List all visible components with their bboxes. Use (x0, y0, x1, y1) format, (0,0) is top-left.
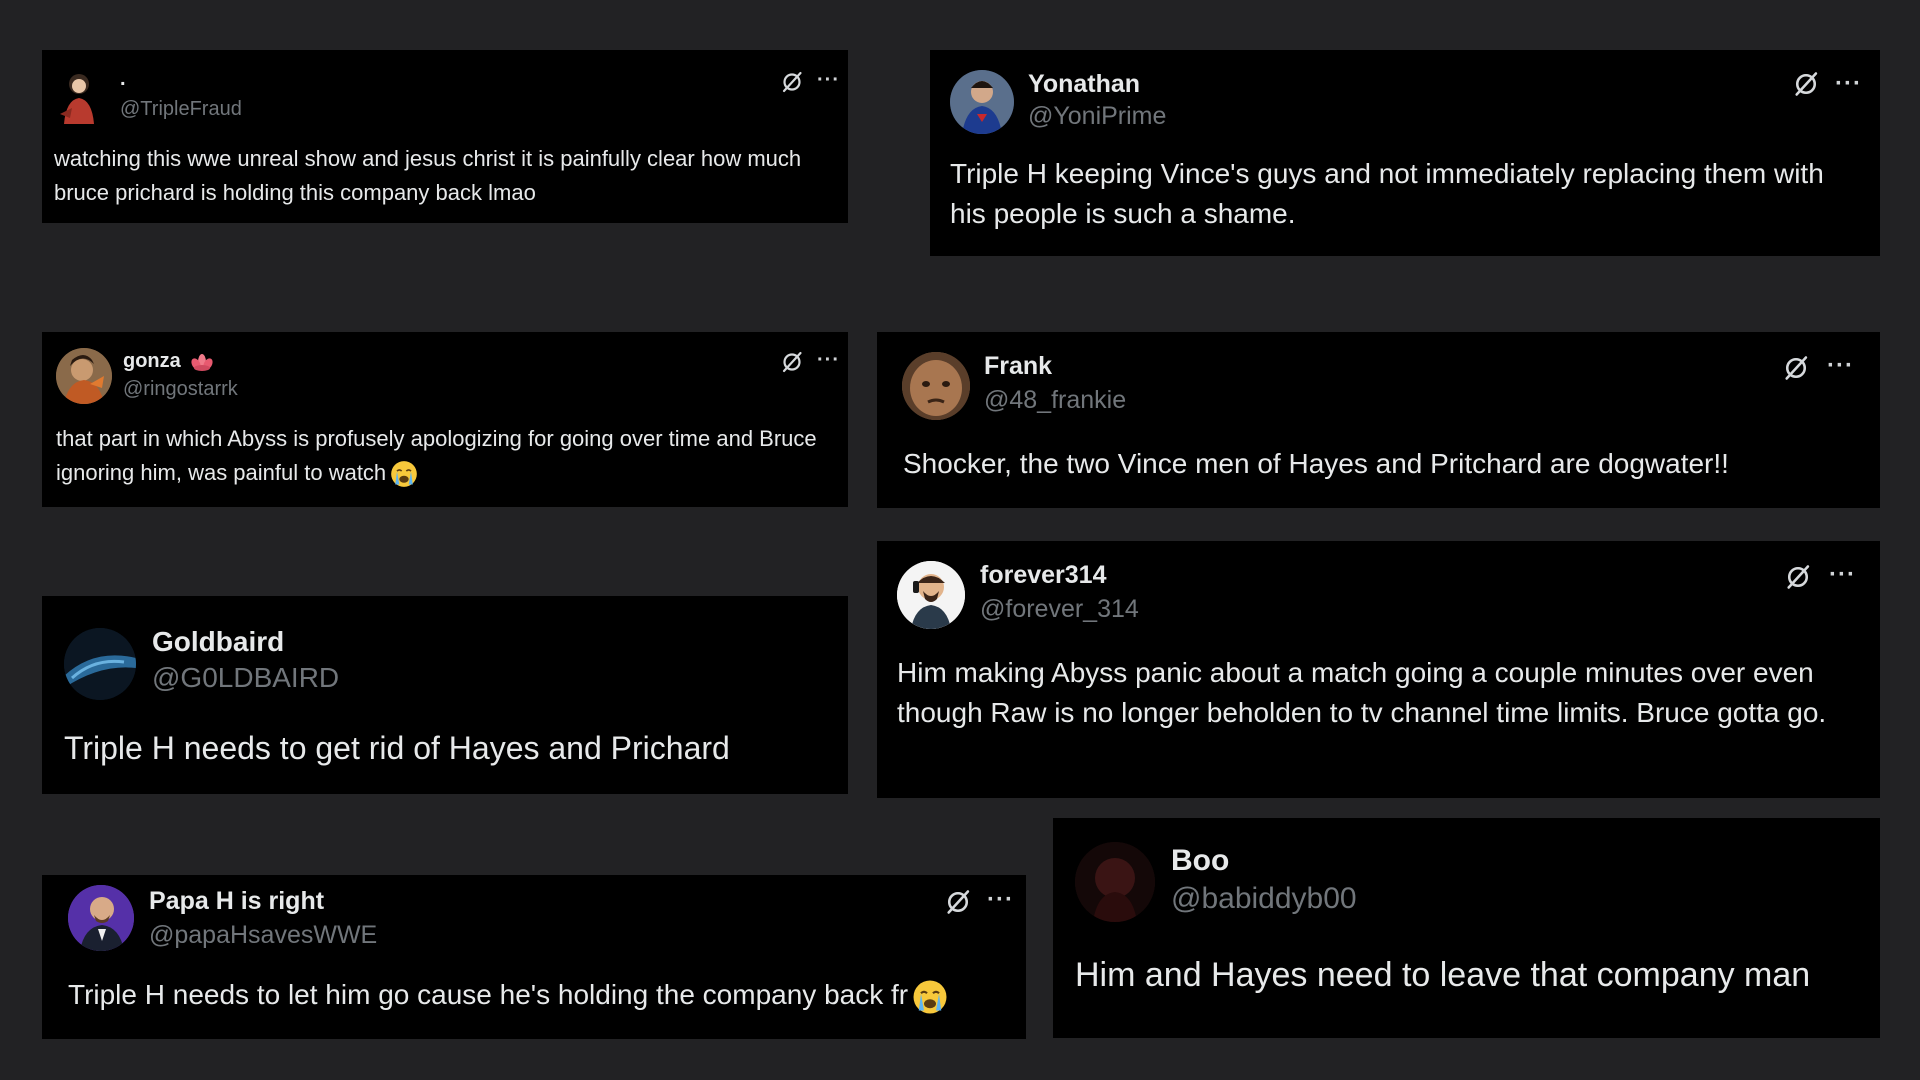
avatar[interactable] (64, 628, 136, 700)
user-handle[interactable]: @TripleFraud (120, 98, 242, 121)
flower-emoji (191, 353, 213, 371)
tweet-text: Triple H needs to get rid of Hayes and P… (64, 730, 730, 766)
more-options-icon[interactable]: ··· (1835, 72, 1862, 96)
tweet-text: that part in which Abyss is profusely ap… (56, 422, 846, 490)
more-options-icon[interactable]: ··· (817, 350, 840, 370)
user-name[interactable]: Papa H is right (149, 887, 324, 916)
tweet-text: Triple H needs to let him go cause he's … (68, 975, 1018, 1015)
user-name[interactable]: Yonathan (1028, 70, 1140, 99)
user-name[interactable]: Boo (1171, 844, 1229, 878)
user-handle[interactable]: @babiddyb00 (1171, 882, 1357, 916)
grok-icon[interactable] (1782, 354, 1810, 382)
grok-icon[interactable] (780, 350, 804, 374)
user-handle[interactable]: @ringostarrk (123, 378, 238, 401)
tweet-text-content: that part in which Abyss is profusely ap… (56, 426, 817, 485)
tweet-card[interactable]: Yonathan @YoniPrime ··· Triple H keeping… (930, 50, 1880, 256)
user-handle[interactable]: @papaHsavesWWE (149, 921, 377, 950)
user-handle[interactable]: @48_frankie (984, 386, 1126, 415)
grok-icon[interactable] (1792, 70, 1820, 98)
grok-icon[interactable] (780, 70, 804, 94)
user-handle[interactable]: @YoniPrime (1028, 102, 1166, 131)
user-handle[interactable]: @forever_314 (980, 595, 1139, 624)
tweet-card[interactable]: Papa H is right @papaHsavesWWE ··· Tripl… (42, 875, 1026, 1039)
user-handle[interactable]: @G0LDBAIRD (152, 662, 339, 694)
more-options-icon[interactable]: ··· (1829, 563, 1856, 587)
tweet-card[interactable]: forever314 @forever_314 ··· Him making A… (877, 541, 1880, 798)
loudly-crying-face-emoji (390, 460, 418, 488)
tweet-text: Shocker, the two Vince men of Hayes and … (903, 448, 1729, 479)
grok-icon[interactable] (944, 888, 972, 916)
more-options-icon[interactable]: ··· (987, 888, 1014, 912)
avatar[interactable] (950, 70, 1014, 134)
loudly-crying-face-emoji (912, 979, 948, 1015)
tweet-text: Him making Abyss panic about a match goi… (897, 657, 1827, 728)
tweet-card[interactable]: Frank @48_frankie ··· Shocker, the two V… (877, 332, 1880, 508)
grok-icon[interactable] (1784, 563, 1812, 591)
tweet-card[interactable]: gonza @ringostarrk ··· that part in whic… (42, 332, 848, 507)
avatar[interactable] (54, 70, 104, 124)
more-options-icon[interactable]: ··· (1827, 354, 1854, 378)
user-name[interactable]: forever314 (980, 561, 1106, 590)
user-name[interactable]: Goldbaird (152, 626, 284, 658)
tweet-text: Him and Hayes need to leave that company… (1075, 956, 1811, 994)
tweet-card[interactable]: Goldbaird @G0LDBAIRD Triple H needs to g… (42, 596, 848, 794)
user-name[interactable]: Frank (984, 352, 1052, 381)
tweet-text: watching this wwe unreal show and jesus … (54, 146, 802, 205)
avatar[interactable] (902, 352, 970, 420)
collage-page: . @TripleFraud ··· watching this wwe unr… (0, 0, 1920, 1080)
avatar[interactable] (68, 885, 134, 951)
avatar[interactable] (1075, 842, 1155, 922)
avatar[interactable] (897, 561, 965, 629)
tweet-card[interactable]: Boo @babiddyb00 Him and Hayes need to le… (1053, 818, 1880, 1038)
user-name[interactable]: gonza (123, 350, 214, 373)
user-name[interactable]: . (120, 68, 126, 91)
tweet-text-content: Triple H needs to let him go cause he's … (68, 979, 909, 1010)
avatar[interactable] (56, 348, 112, 404)
user-name-text[interactable]: gonza (123, 350, 181, 372)
more-options-icon[interactable]: ··· (817, 70, 840, 90)
tweet-text: Triple H keeping Vince's guys and not im… (950, 158, 1824, 229)
tweet-card[interactable]: . @TripleFraud ··· watching this wwe unr… (42, 50, 848, 223)
